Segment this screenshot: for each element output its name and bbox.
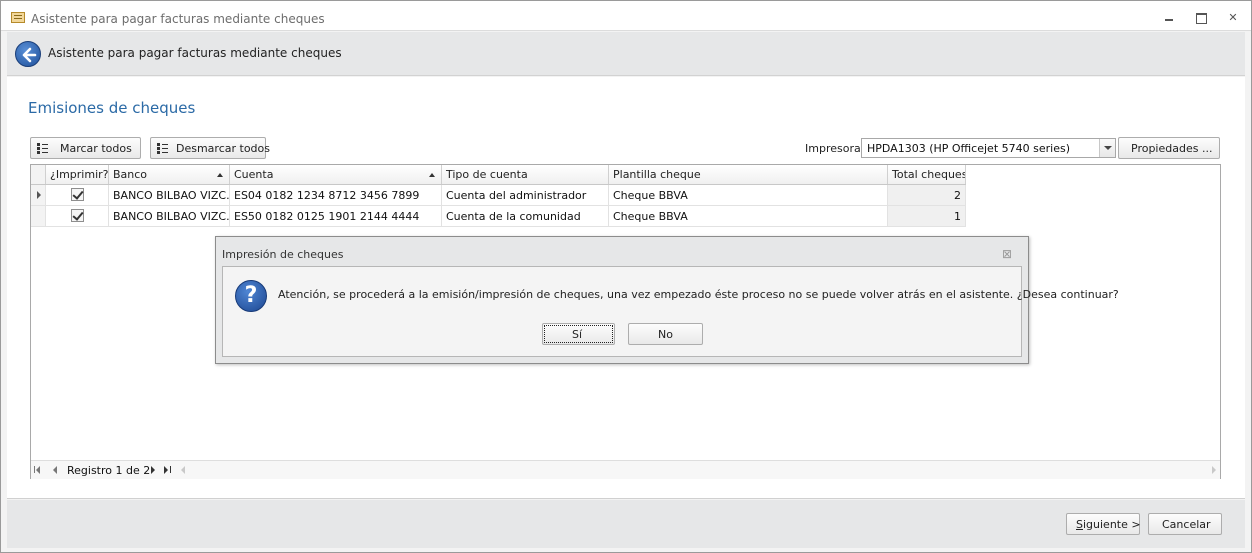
dialog-body: ? Atención, se procederá a la emisión/im…	[222, 266, 1119, 357]
question-icon: ?	[235, 280, 267, 312]
next-label: iguiente >	[1082, 518, 1141, 531]
column-header-banco[interactable]: Banco	[109, 165, 230, 184]
minimize-button[interactable]	[1161, 11, 1177, 25]
title-bar: Asistente para pagar facturas mediante c…	[1, 1, 1251, 31]
cell-cuenta[interactable]: ES04 0182 1234 8712 3456 7899	[230, 185, 442, 205]
row-indicator-header	[31, 165, 46, 184]
wizard-title: Asistente para pagar facturas mediante c…	[48, 46, 342, 60]
print-checkbox[interactable]	[71, 209, 84, 222]
cell-cuenta[interactable]: ES50 0182 0125 1901 2144 4444	[230, 206, 442, 226]
wizard-footer: Siguiente > Cancelar	[7, 500, 1245, 548]
last-record-icon[interactable]	[164, 465, 174, 475]
checklist-icon	[157, 142, 168, 154]
deselect-all-label: Desmarcar todos	[176, 142, 270, 155]
window-title: Asistente para pagar facturas mediante c…	[31, 12, 325, 26]
close-button[interactable]: ✕	[1225, 11, 1241, 25]
yes-label: Sí	[572, 328, 583, 341]
dialog-title: Impresión de cheques	[222, 248, 344, 261]
record-counter: Registro 1 de 2	[67, 464, 151, 477]
printer-label: Impresora:	[805, 142, 865, 155]
previous-record-icon[interactable]	[51, 465, 61, 475]
print-checkbox[interactable]	[71, 188, 84, 201]
table-row[interactable]: BANCO BILBAO VIZC... ES50 0182 0125 1901…	[31, 206, 966, 227]
cancel-label: Cancelar	[1162, 518, 1211, 531]
cell-plantilla[interactable]: Cheque BBVA	[609, 206, 888, 226]
cell-banco[interactable]: BANCO BILBAO VIZC...	[109, 185, 230, 205]
dialog-message: Atención, se procederá a la emisión/impr…	[278, 288, 1119, 301]
cell-imprimir[interactable]	[46, 185, 109, 205]
cancel-button[interactable]: Cancelar	[1148, 513, 1222, 535]
scroll-left-icon[interactable]	[181, 466, 185, 474]
cell-imprimir[interactable]	[46, 206, 109, 226]
record-navigator: Registro 1 de 2	[31, 460, 1220, 479]
dialog-close-icon[interactable]: ⊠	[1002, 247, 1012, 261]
confirm-dialog: Impresión de cheques ⊠ ? Atención, se pr…	[215, 236, 1119, 364]
scroll-right-icon[interactable]	[1212, 466, 1216, 474]
column-header-plantilla[interactable]: Plantilla cheque	[609, 165, 888, 184]
dropdown-arrow-icon[interactable]	[1099, 139, 1115, 157]
current-row-arrow-icon	[37, 191, 41, 199]
next-button[interactable]: Siguiente >	[1066, 513, 1141, 535]
printer-select[interactable]: HPDA1303 (HP Officejet 5740 series)	[861, 138, 1116, 158]
yes-button[interactable]: Sí	[542, 323, 615, 345]
back-arrow-icon[interactable]	[15, 41, 41, 67]
grid-header: ¿Imprimir? Banco Cuenta Tipo de cuenta P…	[31, 165, 966, 185]
restore-button[interactable]	[1193, 11, 1209, 25]
horizontal-scrollbar[interactable]	[181, 464, 1216, 476]
no-label: No	[658, 328, 673, 341]
checklist-icon	[37, 142, 48, 154]
row-indicator	[31, 206, 46, 226]
select-all-label: Marcar todos	[60, 142, 132, 155]
printer-value: HPDA1303 (HP Officejet 5740 series)	[867, 142, 1070, 155]
cell-tipo[interactable]: Cuenta de la comunidad	[442, 206, 609, 226]
column-header-cuenta[interactable]: Cuenta	[230, 165, 442, 184]
properties-button[interactable]: Propiedades ...	[1118, 137, 1220, 159]
column-header-imprimir[interactable]: ¿Imprimir?	[46, 165, 109, 184]
sort-ascending-icon	[429, 173, 435, 177]
wizard-header: Asistente para pagar facturas mediante c…	[7, 32, 1245, 76]
column-header-total[interactable]: Total cheques	[888, 165, 966, 184]
column-header-tipo[interactable]: Tipo de cuenta	[442, 165, 609, 184]
cell-plantilla[interactable]: Cheque BBVA	[609, 185, 888, 205]
deselect-all-button[interactable]: Desmarcar todos	[150, 137, 270, 159]
app-window: Asistente para pagar facturas mediante c…	[0, 0, 1252, 553]
properties-label: Propiedades ...	[1131, 142, 1213, 155]
cell-banco[interactable]: BANCO BILBAO VIZC...	[109, 206, 230, 226]
cell-total: 1	[888, 206, 966, 226]
cell-tipo[interactable]: Cuenta del administrador	[442, 185, 609, 205]
cell-total: 2	[888, 185, 966, 205]
sort-ascending-icon	[217, 173, 223, 177]
first-record-icon[interactable]	[34, 465, 44, 475]
no-button[interactable]: No	[628, 323, 703, 345]
next-record-icon[interactable]	[149, 465, 159, 475]
section-title: Emisiones de cheques	[28, 99, 196, 117]
table-row[interactable]: BANCO BILBAO VIZC... ES04 0182 1234 8712…	[31, 185, 966, 206]
app-icon	[11, 12, 25, 23]
select-all-button[interactable]: Marcar todos	[30, 137, 141, 159]
row-indicator	[31, 185, 46, 205]
next-label-accesskey: S	[1076, 518, 1083, 531]
